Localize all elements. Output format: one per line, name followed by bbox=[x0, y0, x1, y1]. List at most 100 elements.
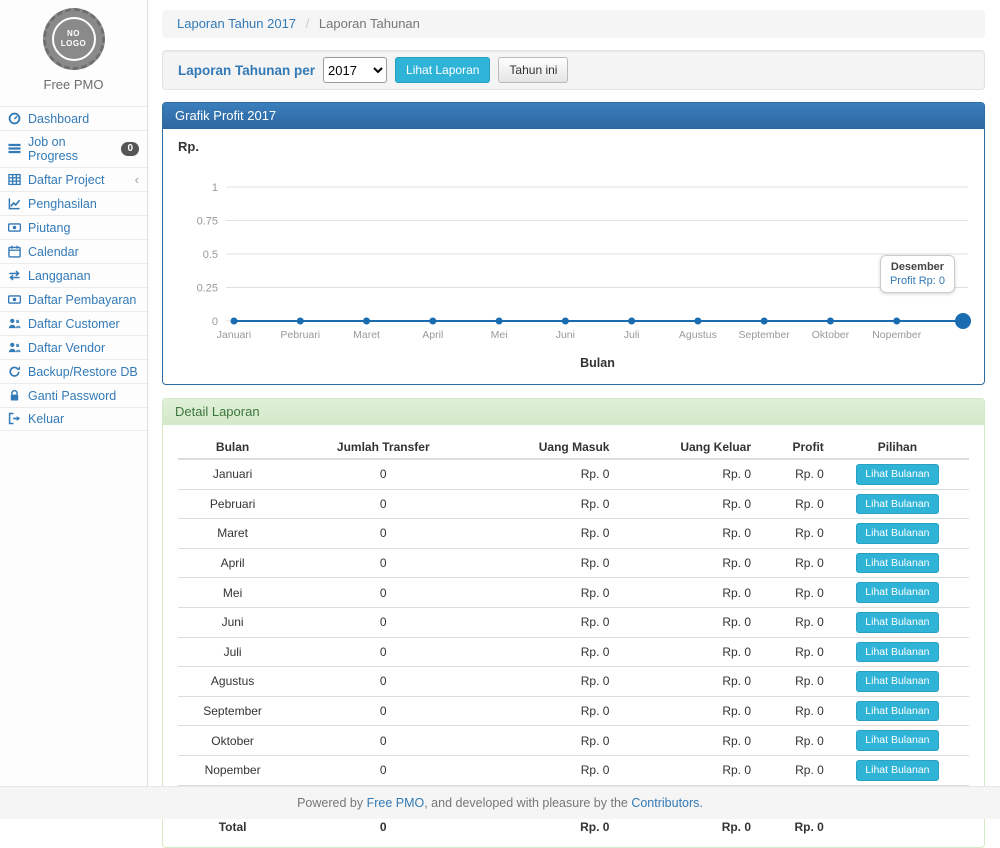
cell-pilihan: Lihat Bulanan bbox=[826, 696, 969, 726]
sidebar: NO LOGO Free PMO Dashboard Job on Progre… bbox=[0, 0, 148, 786]
sidebar-item-calendar[interactable]: Calendar bbox=[0, 239, 147, 263]
cell-uang-keluar: Rp. 0 bbox=[611, 519, 753, 549]
data-point[interactable] bbox=[761, 318, 768, 325]
cell-profit: Rp. 0 bbox=[753, 607, 826, 637]
sidebar-item-daftar-project[interactable]: Daftar Project ‹ bbox=[0, 167, 147, 191]
data-point[interactable] bbox=[893, 318, 900, 325]
refresh-icon bbox=[8, 365, 22, 379]
lihat-bulanan-button[interactable]: Lihat Bulanan bbox=[856, 464, 938, 485]
job-count-badge: 0 bbox=[121, 142, 139, 156]
breadcrumb-current: Laporan Tahunan bbox=[319, 16, 420, 31]
sidebar-item-label: Penghasilan bbox=[28, 197, 97, 211]
sidebar-item-label: Dashboard bbox=[28, 112, 89, 126]
cell-uang-masuk: Rp. 0 bbox=[479, 548, 611, 578]
cell-uang-masuk: Rp. 0 bbox=[479, 459, 611, 489]
data-point[interactable] bbox=[496, 318, 503, 325]
column-header-uang-keluar: Uang Keluar bbox=[611, 435, 753, 459]
cell-uang-masuk: Rp. 0 bbox=[479, 755, 611, 785]
data-point[interactable] bbox=[231, 318, 238, 325]
sidebar-item-label: Piutang bbox=[28, 221, 70, 235]
sidebar-item-daftar-pembayaran[interactable]: Daftar Pembayaran bbox=[0, 287, 147, 311]
cell-jumlah-transfer: 0 bbox=[287, 519, 479, 549]
retweet-icon bbox=[8, 269, 22, 283]
lihat-bulanan-button[interactable]: Lihat Bulanan bbox=[856, 701, 938, 722]
cell-uang-keluar: Rp. 0 bbox=[611, 548, 753, 578]
x-tick-label: Nopember bbox=[872, 329, 922, 341]
cell-bulan: Maret bbox=[178, 519, 287, 549]
lihat-bulanan-button[interactable]: Lihat Bulanan bbox=[856, 494, 938, 515]
cell-uang-keluar: Rp. 0 bbox=[611, 667, 753, 697]
table-row: Pebruari0Rp. 0Rp. 0Rp. 0Lihat Bulanan bbox=[178, 489, 969, 519]
cell-pilihan: Lihat Bulanan bbox=[826, 548, 969, 578]
sidebar-item-ganti-password[interactable]: Ganti Password bbox=[0, 383, 147, 407]
sidebar-item-keluar[interactable]: Keluar bbox=[0, 407, 147, 431]
data-point[interactable] bbox=[694, 318, 701, 325]
table-row: Maret0Rp. 0Rp. 0Rp. 0Lihat Bulanan bbox=[178, 519, 969, 549]
sidebar-item-label: Daftar Vendor bbox=[28, 341, 105, 355]
cell-pilihan: Lihat Bulanan bbox=[826, 459, 969, 489]
lihat-bulanan-button[interactable]: Lihat Bulanan bbox=[856, 582, 938, 603]
lock-icon bbox=[8, 389, 22, 403]
lihat-bulanan-button[interactable]: Lihat Bulanan bbox=[856, 553, 938, 574]
x-tick-label: Maret bbox=[353, 329, 380, 341]
sidebar-item-label: Langganan bbox=[28, 269, 91, 283]
lihat-bulanan-button[interactable]: Lihat Bulanan bbox=[856, 642, 938, 663]
year-select[interactable]: 2017 bbox=[323, 57, 387, 83]
table-icon bbox=[8, 173, 22, 187]
cell-jumlah-transfer: 0 bbox=[287, 578, 479, 608]
cell-uang-masuk: Rp. 0 bbox=[479, 519, 611, 549]
line-chart-icon bbox=[8, 197, 22, 211]
data-point[interactable] bbox=[363, 318, 370, 325]
column-header-jumlah-transfer: Jumlah Transfer bbox=[287, 435, 479, 459]
breadcrumb-separator: / bbox=[306, 16, 310, 31]
lihat-bulanan-button[interactable]: Lihat Bulanan bbox=[856, 612, 938, 633]
sidebar-item-backup-restore-db[interactable]: Backup/Restore DB bbox=[0, 359, 147, 383]
sidebar-item-daftar-vendor[interactable]: Daftar Vendor bbox=[0, 335, 147, 359]
sidebar-item-langganan[interactable]: Langganan bbox=[0, 263, 147, 287]
table-row: Agustus0Rp. 0Rp. 0Rp. 0Lihat Bulanan bbox=[178, 667, 969, 697]
footer-text: Powered by Free PMO, and developed with … bbox=[297, 796, 703, 810]
breadcrumb-link-laporan-tahun[interactable]: Laporan Tahun 2017 bbox=[177, 16, 296, 31]
data-point[interactable] bbox=[628, 318, 635, 325]
lihat-bulanan-button[interactable]: Lihat Bulanan bbox=[856, 523, 938, 544]
data-point[interactable] bbox=[297, 318, 304, 325]
table-row: Juli0Rp. 0Rp. 0Rp. 0Lihat Bulanan bbox=[178, 637, 969, 667]
lihat-bulanan-button[interactable]: Lihat Bulanan bbox=[856, 730, 938, 751]
column-header-pilihan: Pilihan bbox=[826, 435, 969, 459]
cell-pilihan: Lihat Bulanan bbox=[826, 578, 969, 608]
sidebar-item-label: Daftar Pembayaran bbox=[28, 293, 136, 307]
cell-profit: Rp. 0 bbox=[753, 726, 826, 756]
sidebar-item-piutang[interactable]: Piutang bbox=[0, 215, 147, 239]
cell-jumlah-transfer: 0 bbox=[287, 548, 479, 578]
table-row: September0Rp. 0Rp. 0Rp. 0Lihat Bulanan bbox=[178, 696, 969, 726]
footer-brand-link[interactable]: Free PMO bbox=[367, 796, 425, 810]
brand-name: Free PMO bbox=[0, 77, 147, 92]
sidebar-item-label: Ganti Password bbox=[28, 389, 116, 403]
cell-jumlah-transfer: 0 bbox=[287, 637, 479, 667]
money-icon bbox=[8, 221, 22, 235]
data-point-highlighted[interactable] bbox=[955, 313, 971, 329]
cell-jumlah-transfer: 0 bbox=[287, 489, 479, 519]
report-filter-bar: Laporan Tahunan per 2017 Lihat Laporan T… bbox=[162, 50, 985, 90]
cell-bulan: Juni bbox=[178, 607, 287, 637]
footer-contributors-link[interactable]: Contributors. bbox=[631, 796, 703, 810]
sidebar-item-daftar-customer[interactable]: Daftar Customer bbox=[0, 311, 147, 335]
data-point[interactable] bbox=[429, 318, 436, 325]
lihat-bulanan-button[interactable]: Lihat Bulanan bbox=[856, 671, 938, 692]
data-point[interactable] bbox=[562, 318, 569, 325]
chart-x-axis-label: Bulan bbox=[178, 356, 969, 376]
column-header-profit: Profit bbox=[753, 435, 826, 459]
sidebar-item-job-on-progress[interactable]: Job on Progress 0 bbox=[0, 130, 147, 167]
data-point[interactable] bbox=[827, 318, 834, 325]
tahun-ini-button[interactable]: Tahun ini bbox=[498, 57, 568, 83]
cell-profit: Rp. 0 bbox=[753, 548, 826, 578]
sidebar-item-penghasilan[interactable]: Penghasilan bbox=[0, 191, 147, 215]
lihat-laporan-button[interactable]: Lihat Laporan bbox=[395, 57, 490, 83]
cell-jumlah-transfer: 0 bbox=[287, 755, 479, 785]
table-row: Oktober0Rp. 0Rp. 0Rp. 0Lihat Bulanan bbox=[178, 726, 969, 756]
x-tick-label: Mei bbox=[491, 329, 508, 341]
cell-profit: Rp. 0 bbox=[753, 696, 826, 726]
sidebar-item-dashboard[interactable]: Dashboard bbox=[0, 106, 147, 130]
cell-uang-masuk: Rp. 0 bbox=[479, 667, 611, 697]
lihat-bulanan-button[interactable]: Lihat Bulanan bbox=[856, 760, 938, 781]
